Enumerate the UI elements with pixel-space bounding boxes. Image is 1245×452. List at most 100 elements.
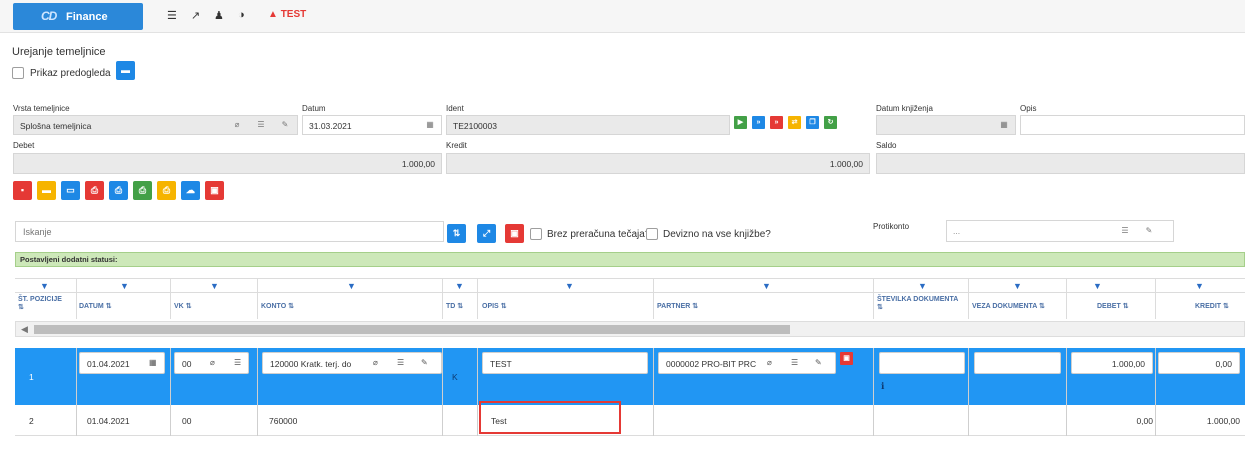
delete-row-button[interactable]: ▣ <box>505 224 524 243</box>
sort-icon[interactable]: ⇅ <box>18 304 24 311</box>
clear-icon[interactable]: ⌀ <box>210 358 215 367</box>
list-icon[interactable]: ☰ <box>397 358 405 367</box>
sort-icon[interactable]: ⇅ <box>1223 303 1229 310</box>
filter-icon[interactable]: ▼ <box>1093 281 1102 291</box>
scrollbar-thumb[interactable] <box>34 325 790 334</box>
edit-icon[interactable]: ✎ <box>278 115 292 135</box>
col-stevilka[interactable]: ŠTEVILKA DOKUMENTA ⇅ <box>877 296 958 311</box>
clear-icon[interactable]: ⌀ <box>230 115 244 135</box>
refresh-icon[interactable]: ↻ <box>824 116 837 129</box>
window-button[interactable]: ▭ <box>61 181 80 200</box>
devizno-checkbox[interactable] <box>646 228 658 240</box>
sort-icon[interactable]: ⇅ <box>501 303 507 310</box>
sort-icon[interactable]: ⇅ <box>186 303 192 310</box>
row-konto-input[interactable]: 120000 Kratk. terj. do <box>262 352 442 374</box>
filter-icon[interactable]: ▼ <box>210 281 219 291</box>
col-konto[interactable]: KONTO ⇅ <box>261 302 294 310</box>
sort-icon[interactable]: ⇅ <box>106 303 112 310</box>
col-debet[interactable]: DEBET ⇅ <box>1097 302 1129 310</box>
edit-icon[interactable]: ✎ <box>421 358 428 367</box>
filter-icon[interactable]: ▼ <box>1013 281 1022 291</box>
contrast-icon[interactable]: ◑ <box>238 9 245 21</box>
external-link-icon[interactable]: ↗ <box>191 9 200 22</box>
filter-icon[interactable]: ▼ <box>762 281 771 291</box>
row-stevilka-input[interactable] <box>879 352 965 374</box>
list-icon[interactable]: ☰ <box>167 9 177 22</box>
sort-icon[interactable]: ⇅ <box>457 303 463 310</box>
forward-icon[interactable]: » <box>770 116 783 129</box>
sort-button[interactable]: ⇅ <box>447 224 466 243</box>
datum-knjizenja-field[interactable] <box>876 115 1016 135</box>
col-veza-label: VEZA DOKUMENTA <box>972 303 1038 310</box>
ident-field[interactable]: TE2100003 <box>446 115 730 135</box>
table-row[interactable]: 1 01.04.2021 ▦ 00 ⌀ ☰ 120000 Kratk. terj… <box>15 348 1245 405</box>
filter-icon[interactable]: ▼ <box>40 281 49 291</box>
col-vk[interactable]: VK ⇅ <box>174 302 192 310</box>
search-input[interactable] <box>15 221 444 242</box>
row-veza-input[interactable] <box>974 352 1061 374</box>
kredit-field[interactable]: 1.000,00 <box>446 153 870 174</box>
next-icon[interactable]: ▶ <box>734 116 747 129</box>
row-kredit-input[interactable]: 0,00 <box>1158 352 1240 374</box>
filter-icon[interactable]: ▼ <box>120 281 129 291</box>
clear-icon[interactable]: ⌀ <box>767 358 772 367</box>
list-icon[interactable]: ☰ <box>791 358 799 367</box>
delete-button[interactable]: ▣ <box>205 181 224 200</box>
sort-icon[interactable]: ⇅ <box>1039 303 1045 310</box>
col-veza[interactable]: VEZA DOKUMENTA ⇅ <box>972 302 1045 310</box>
list-icon[interactable]: ☰ <box>234 358 241 367</box>
debet-field[interactable]: 1.000,00 <box>13 153 442 174</box>
filter-icon[interactable]: ▼ <box>347 281 356 291</box>
table-row[interactable]: 2 01.04.2021 00 760000 Test 0,00 1.000,0… <box>15 405 1245 436</box>
minimize-button[interactable]: ▬ <box>37 181 56 200</box>
expand-button[interactable]: ⤢ <box>477 224 496 243</box>
calendar-icon[interactable]: ▦ <box>423 115 437 135</box>
print-yellow-button[interactable]: ⎙ <box>157 181 176 200</box>
calendar-icon[interactable]: ▦ <box>997 115 1011 135</box>
col-partner[interactable]: PARTNER ⇅ <box>657 302 698 310</box>
clear-icon[interactable]: ⌀ <box>373 358 378 367</box>
brez-checkbox[interactable] <box>530 228 542 240</box>
col-datum[interactable]: DATUM ⇅ <box>79 302 112 310</box>
download-button[interactable]: ☁ <box>181 181 200 200</box>
scroll-left-icon[interactable]: ◀ <box>21 324 28 335</box>
row-partner-input[interactable]: 0000002 PRO-BIT PRC <box>658 352 836 374</box>
swap-icon[interactable]: ⇄ <box>788 116 801 129</box>
datum-field[interactable]: 31.03.2021 <box>302 115 442 135</box>
col-opis[interactable]: OPIS ⇅ <box>482 302 507 310</box>
saldo-field[interactable] <box>876 153 1245 174</box>
edit-icon[interactable]: ✎ <box>815 358 822 367</box>
print-blue-button[interactable]: ⎙ <box>109 181 128 200</box>
list-icon[interactable]: ☰ <box>1118 221 1132 241</box>
row-opis-input[interactable]: TEST <box>482 352 648 374</box>
sort-icon[interactable]: ⇅ <box>288 303 294 310</box>
calendar-icon[interactable]: ▦ <box>149 358 157 367</box>
row-debet-input[interactable]: 1.000,00 <box>1071 352 1153 374</box>
sort-icon[interactable]: ⇅ <box>1123 303 1129 310</box>
print-red-button[interactable]: ⎙ <box>85 181 104 200</box>
partner-delete-button[interactable]: ▣ <box>840 352 853 365</box>
filter-icon[interactable]: ▼ <box>455 281 464 291</box>
info-icon[interactable]: ℹ <box>881 381 884 392</box>
filter-icon[interactable]: ▼ <box>1195 281 1204 291</box>
horizontal-scrollbar[interactable]: ◀ <box>15 321 1245 337</box>
filter-icon[interactable]: ▼ <box>565 281 574 291</box>
fast-forward-icon[interactable]: » <box>752 116 765 129</box>
user-icon[interactable]: ♟ <box>214 9 224 22</box>
preview-button[interactable]: ▬ <box>116 61 135 80</box>
preview-checkbox[interactable] <box>12 67 24 79</box>
protikonto-field[interactable]: ... <box>946 220 1174 242</box>
finance-module-button[interactable]: CD Finance <box>13 3 143 30</box>
col-td[interactable]: TD ⇅ <box>446 302 463 310</box>
print-green-button[interactable]: ⎙ <box>133 181 152 200</box>
sort-icon[interactable]: ⇅ <box>877 304 883 311</box>
filter-icon[interactable]: ▼ <box>918 281 927 291</box>
sort-icon[interactable]: ⇅ <box>692 303 698 310</box>
col-kredit[interactable]: KREDIT ⇅ <box>1195 302 1229 310</box>
opis-field[interactable] <box>1020 115 1245 135</box>
col-pozicije[interactable]: ŠT. POZICIJE ⇅ <box>18 296 62 311</box>
edit-icon[interactable]: ✎ <box>1142 221 1156 241</box>
copy-icon[interactable]: ❐ <box>806 116 819 129</box>
list-icon[interactable]: ☰ <box>254 115 268 135</box>
save-button[interactable]: ▪ <box>13 181 32 200</box>
